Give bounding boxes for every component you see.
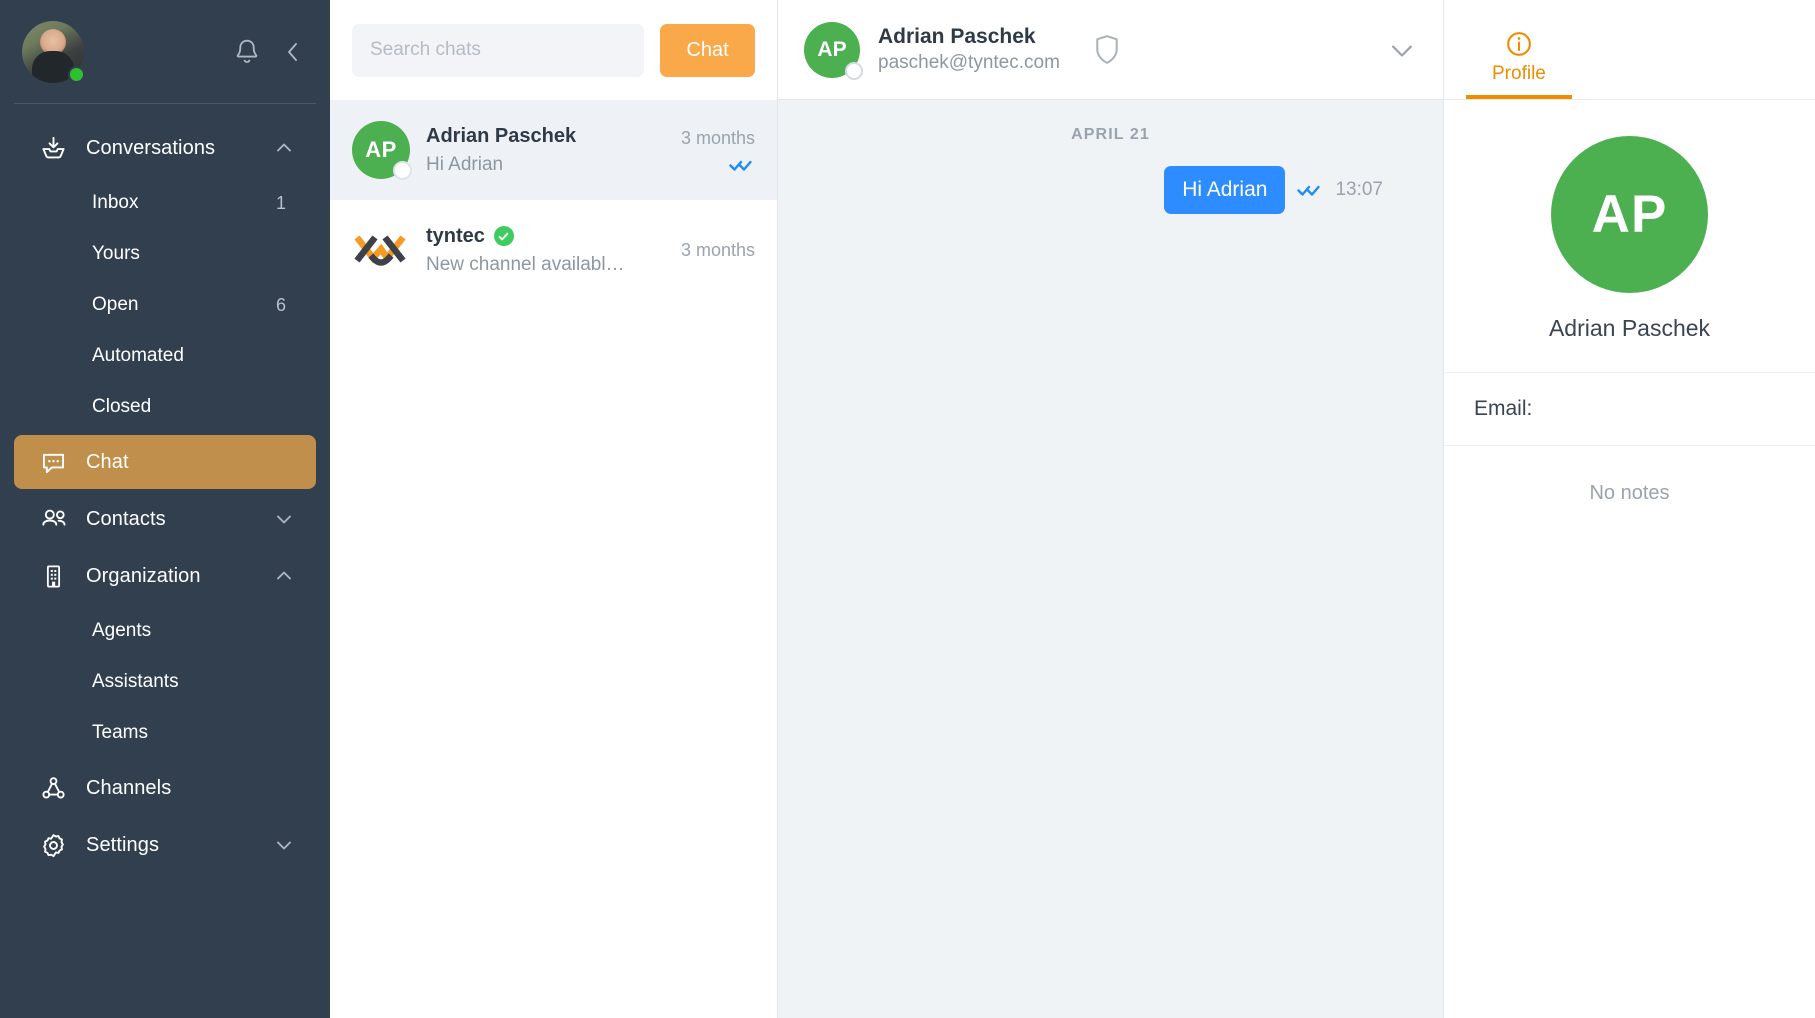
conversation-contact-name: Adrian Paschek [878,25,1036,48]
chevron-up-icon[interactable] [274,138,294,158]
chat-list-item-body: Adrian Paschek Hi Adrian [426,125,653,176]
verified-badge-icon [493,226,514,246]
channels-icon [40,775,74,802]
presence-indicator [393,161,412,180]
sidebar-sub-label: Inbox [92,192,139,213]
chat-list-header: Chat [330,0,777,100]
profile-name: Adrian Paschek [1548,315,1711,341]
conversation-header: AP Adrian Paschek paschek@tyntec.com [778,0,1443,100]
sidebar-item-label: Contacts [86,507,166,530]
double-check-icon [729,157,755,173]
message-row-outgoing: Hi Adrian 13:07 [778,166,1443,214]
chevron-down-icon[interactable] [274,509,294,529]
sidebar-header-actions [234,38,304,66]
sidebar-badge-open: 6 [275,294,286,315]
chat-list-item-title-row: tyntec [426,225,653,248]
sidebar-item-teams[interactable]: Teams [14,708,316,758]
sidebar-sub-label: Automated [92,345,184,366]
chat-list-item-time: 3 months [680,239,755,260]
chat-list-item-name: tyntec [426,224,485,247]
sidebar-item-automated[interactable]: Automated [14,331,316,381]
conversation-contact-email: paschek@tyntec.com [878,52,1060,73]
sidebar-sub-label: Assistants [92,671,179,692]
profile-field-email: Email: [1444,373,1815,446]
sidebar-item-channels[interactable]: Channels [14,761,316,815]
sidebar-sub-label: Closed [92,396,152,417]
tab-profile-label: Profile [1492,63,1546,84]
sidebar-sub-label: Open [92,294,139,315]
sidebar-item-chat[interactable]: Chat [14,435,316,489]
conversation-panel: AP Adrian Paschek paschek@tyntec.com APR… [778,0,1443,1018]
sidebar-item-label: Organization [86,564,201,587]
tab-profile[interactable]: Profile [1466,30,1572,99]
chevron-down-icon[interactable] [274,835,294,855]
sidebar-item-yours[interactable]: Yours [14,229,316,279]
bell-icon[interactable] [234,38,260,66]
sidebar-item-agents[interactable]: Agents [14,606,316,656]
search-input[interactable] [352,23,644,77]
message-thread: APRIL 21 Hi Adrian 13:07 [778,100,1443,1018]
sidebar-item-label: Channels [86,776,172,799]
presence-indicator [845,61,863,80]
chat-list-items: AP Adrian Paschek Hi Adrian 3 months tyn… [330,100,777,1018]
chat-bubble-icon [40,449,74,476]
sidebar-header [0,0,330,103]
main-sidebar: Conversations Inbox 1 Yours Open 6 Autom… [0,0,330,1018]
collapse-sidebar-icon[interactable] [282,39,304,65]
double-check-icon [1297,182,1323,198]
message-bubble[interactable]: Hi Adrian [1164,166,1286,214]
profile-tabs: Profile [1444,0,1815,100]
online-status-dot [68,65,85,83]
sidebar-item-inbox[interactable]: Inbox 1 [14,178,316,228]
avatar: AP [352,121,412,180]
sidebar-item-settings[interactable]: Settings [14,818,316,872]
info-circle-icon [1505,30,1533,58]
sidebar-item-open[interactable]: Open 6 [14,280,316,330]
chevron-up-icon[interactable] [274,566,294,586]
current-user-avatar[interactable] [22,20,85,83]
people-icon [40,506,74,533]
sidebar-badge-inbox: 1 [275,192,286,213]
chat-list-item-title-row: Adrian Paschek [426,125,653,148]
profile-hero: AP Adrian Paschek [1444,100,1815,373]
chat-list-item-name: Adrian Paschek [426,124,577,147]
chat-list-item-body: tyntec New channel availabl… [426,225,653,276]
chat-list-item-time: 3 months [680,127,755,148]
inbox-download-icon [40,135,74,162]
sidebar-group-conversations[interactable]: Conversations [14,121,316,175]
chat-list-item-meta: 3 months [669,240,755,261]
sidebar-sub-label: Teams [92,722,148,743]
sidebar-item-label: Chat [86,450,129,473]
chat-list-item-tyntec[interactable]: tyntec New channel availabl… 3 months [330,200,777,300]
sidebar-item-contacts[interactable]: Contacts [14,492,316,546]
sidebar-sub-label: Yours [92,243,140,264]
tyntec-logo-icon [352,221,410,279]
new-chat-button[interactable]: Chat [660,23,755,77]
sidebar-item-label: Settings [86,833,160,856]
chat-list-panel: Chat AP Adrian Paschek Hi Adrian 3 month… [330,0,778,1018]
profile-panel: Profile AP Adrian Paschek Email: No note… [1443,0,1815,1018]
profile-notes-empty: No notes [1589,482,1670,504]
sidebar-nav: Conversations Inbox 1 Yours Open 6 Autom… [0,104,330,1018]
sidebar-item-closed[interactable]: Closed [14,382,316,432]
date-separator: APRIL 21 [1071,126,1150,143]
building-icon [40,563,74,590]
shield-icon[interactable] [1092,33,1122,67]
chat-list-item-preview: Hi Adrian [426,153,504,175]
app-root: Conversations Inbox 1 Yours Open 6 Autom… [0,0,1815,1018]
conversation-contact-info: Adrian Paschek paschek@tyntec.com [878,25,1060,74]
conversation-options-chevron-down-icon[interactable] [1387,39,1417,61]
sidebar-item-assistants[interactable]: Assistants [14,657,316,707]
message-timestamp: 13:07 [1335,179,1383,200]
chat-list-item-adrian-paschek[interactable]: AP Adrian Paschek Hi Adrian 3 months [330,100,777,200]
sidebar-group-label: Conversations [86,136,216,159]
sidebar-item-organization[interactable]: Organization [14,549,316,603]
avatar: AP [804,21,863,80]
sidebar-sub-label: Agents [92,620,152,641]
chat-list-item-preview: New channel availabl… [426,253,625,275]
gear-icon [40,832,74,859]
chat-list-item-meta: 3 months [669,128,755,173]
profile-avatar-initials: AP [1551,136,1708,293]
